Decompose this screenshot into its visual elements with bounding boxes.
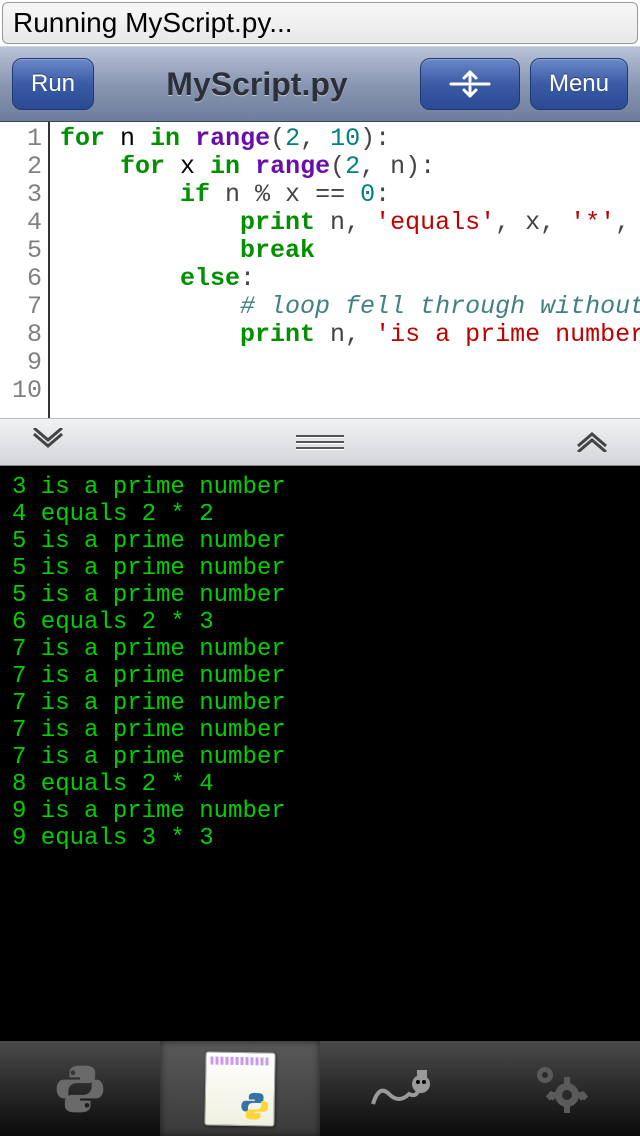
- line-number-gutter: 12345678910: [0, 122, 50, 418]
- code-area[interactable]: for n in range(2, 10): for x in range(2,…: [50, 122, 640, 418]
- status-bar: Running MyScript.py...: [2, 2, 638, 44]
- code-line[interactable]: break: [60, 237, 640, 265]
- line-number: 1: [0, 125, 42, 153]
- header-toolbar: Run MyScript.py Menu: [0, 46, 640, 122]
- code-line[interactable]: # loop fell through without: [60, 293, 640, 321]
- snake-icon: [365, 1064, 435, 1114]
- line-number: 7: [0, 293, 42, 321]
- code-line[interactable]: else:: [60, 265, 640, 293]
- split-arrows-icon: [447, 69, 493, 99]
- code-editor[interactable]: 12345678910 for n in range(2, 10): for x…: [0, 122, 640, 418]
- pane-divider[interactable]: [0, 418, 640, 466]
- tab-interpreter[interactable]: [320, 1041, 480, 1136]
- status-text: Running MyScript.py...: [13, 7, 293, 39]
- drag-grip-icon[interactable]: [296, 435, 344, 449]
- output-console[interactable]: 3 is a prime number 4 equals 2 * 2 5 is …: [0, 466, 640, 1040]
- code-line[interactable]: [60, 377, 640, 405]
- split-view-button[interactable]: [420, 58, 520, 110]
- python-icon: [52, 1061, 108, 1117]
- chevron-down-icon: [30, 428, 66, 457]
- line-number: 6: [0, 265, 42, 293]
- code-line[interactable]: print n, 'is a prime number': [60, 321, 640, 349]
- line-number: 2: [0, 153, 42, 181]
- file-title: MyScript.py: [104, 66, 410, 103]
- bottom-tab-bar: [0, 1040, 640, 1136]
- code-line[interactable]: for x in range(2, n):: [60, 153, 640, 181]
- python-mini-icon: [238, 1089, 271, 1122]
- line-number: 4: [0, 209, 42, 237]
- line-number: 5: [0, 237, 42, 265]
- tab-script-document[interactable]: [160, 1041, 320, 1136]
- line-number: 9: [0, 349, 42, 377]
- tab-settings[interactable]: [480, 1041, 640, 1136]
- line-number: 10: [0, 377, 42, 405]
- code-line[interactable]: for n in range(2, 10):: [60, 125, 640, 153]
- tab-python[interactable]: [0, 1041, 160, 1136]
- line-number: 8: [0, 321, 42, 349]
- line-number: 3: [0, 181, 42, 209]
- code-line[interactable]: print n, 'equals', x, '*', n: [60, 209, 640, 237]
- gear-icon: [529, 1061, 591, 1117]
- menu-button[interactable]: Menu: [530, 58, 628, 110]
- code-line[interactable]: if n % x == 0:: [60, 181, 640, 209]
- run-button[interactable]: Run: [12, 58, 94, 110]
- chevron-up-icon: [574, 428, 610, 457]
- document-icon: [204, 1051, 275, 1126]
- code-line[interactable]: [60, 349, 640, 377]
